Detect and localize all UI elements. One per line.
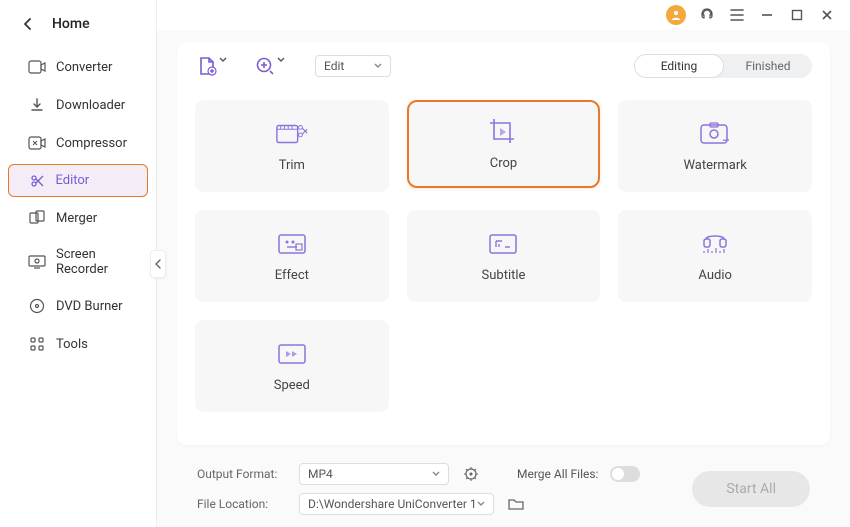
- user-avatar-icon[interactable]: [666, 5, 686, 25]
- screen-recorder-icon: [28, 253, 46, 271]
- menu-icon[interactable]: [728, 6, 746, 24]
- audio-icon: [698, 230, 732, 258]
- settings-icon[interactable]: [461, 464, 481, 484]
- mode-select[interactable]: Edit: [315, 55, 391, 77]
- tile-label: Watermark: [683, 158, 746, 173]
- sidebar-item-label: Downloader: [56, 98, 125, 113]
- effect-icon: [275, 230, 309, 258]
- tools-icon: [28, 335, 46, 353]
- dvd-icon: [28, 297, 46, 315]
- tile-audio[interactable]: Audio: [618, 210, 812, 302]
- file-location-label: File Location:: [197, 497, 287, 511]
- sidebar-item-converter[interactable]: Converter: [8, 50, 148, 84]
- window-minimize-icon[interactable]: [758, 6, 776, 24]
- merge-toggle[interactable]: [610, 466, 640, 482]
- merge-label: Merge All Files:: [517, 467, 598, 481]
- sidebar-item-label: Screen Recorder: [56, 247, 132, 277]
- chevron-down-icon: [277, 57, 285, 63]
- sidebar-item-label: Compressor: [56, 136, 127, 151]
- add-file-icon[interactable]: [195, 54, 219, 78]
- sidebar-collapse-handle[interactable]: [150, 250, 166, 278]
- sidebar-item-label: DVD Burner: [56, 299, 123, 314]
- tiles-grid: Trim Crop Watermark: [195, 100, 812, 412]
- sidebar-item-compressor[interactable]: Compressor: [8, 126, 148, 160]
- bottom-row: Output Format: MP4 Merge All Files:: [197, 463, 810, 515]
- window-maximize-icon[interactable]: [788, 6, 806, 24]
- watermark-icon: [698, 120, 732, 148]
- sidebar-item-dvd-burner[interactable]: DVD Burner: [8, 289, 148, 323]
- sidebar: Home Converter Downloader Compressor Edi…: [0, 0, 157, 527]
- tile-label: Audio: [698, 268, 731, 283]
- sidebar-item-downloader[interactable]: Downloader: [8, 88, 148, 122]
- segment-label: Editing: [661, 59, 698, 73]
- output-format-select[interactable]: MP4: [299, 463, 449, 485]
- editor-panel: Edit Editing Finished Trim: [177, 42, 830, 445]
- segment-label: Finished: [745, 59, 790, 73]
- sidebar-item-label: Tools: [56, 337, 88, 352]
- sidebar-item-tools[interactable]: Tools: [8, 327, 148, 361]
- back-icon[interactable]: [20, 16, 36, 32]
- compressor-icon: [28, 134, 46, 152]
- file-location-value: D:\Wondershare UniConverter 1: [308, 497, 477, 511]
- speed-icon: [275, 340, 309, 368]
- tile-subtitle[interactable]: Subtitle: [407, 210, 601, 302]
- tile-crop[interactable]: Crop: [407, 100, 601, 188]
- workspace: Edit Editing Finished Trim: [157, 30, 850, 527]
- segment-finished[interactable]: Finished: [724, 54, 812, 78]
- start-all-label: Start All: [726, 481, 776, 497]
- window-close-icon[interactable]: [818, 6, 836, 24]
- chevron-down-icon: [219, 57, 227, 63]
- file-location-select[interactable]: D:\Wondershare UniConverter 1: [299, 493, 494, 515]
- sidebar-item-label: Converter: [56, 60, 112, 75]
- crop-icon: [486, 118, 520, 146]
- open-folder-icon[interactable]: [506, 494, 526, 514]
- mode-select-value: Edit: [324, 59, 344, 73]
- panel-toolbar: Edit Editing Finished: [195, 54, 812, 78]
- tile-effect[interactable]: Effect: [195, 210, 389, 302]
- sidebar-item-editor[interactable]: Editor: [8, 164, 148, 197]
- sidebar-item-merger[interactable]: Merger: [8, 201, 148, 235]
- sidebar-item-label: Merger: [56, 211, 97, 226]
- sidebar-item-screen-recorder[interactable]: Screen Recorder: [8, 239, 148, 285]
- support-icon[interactable]: [698, 6, 716, 24]
- sidebar-title: Home: [52, 16, 90, 32]
- output-format-label: Output Format:: [197, 467, 287, 481]
- start-all-button[interactable]: Start All: [692, 471, 810, 507]
- tile-speed[interactable]: Speed: [195, 320, 389, 412]
- sidebar-item-label: Editor: [56, 173, 90, 188]
- editor-icon: [28, 172, 46, 190]
- download-icon: [28, 96, 46, 114]
- tile-trim[interactable]: Trim: [195, 100, 389, 192]
- tile-label: Subtitle: [482, 268, 526, 283]
- tile-label: Trim: [279, 158, 305, 173]
- trim-icon: [275, 120, 309, 148]
- tile-label: Crop: [490, 156, 517, 171]
- output-format-value: MP4: [308, 467, 333, 481]
- bottom-bar: Output Format: MP4 Merge All Files:: [177, 455, 830, 527]
- merger-icon: [28, 209, 46, 227]
- main: Edit Editing Finished Trim: [157, 0, 850, 527]
- subtitle-icon: [486, 230, 520, 258]
- add-url-icon[interactable]: [253, 54, 277, 78]
- tile-label: Speed: [274, 378, 310, 393]
- tile-watermark[interactable]: Watermark: [618, 100, 812, 192]
- titlebar: [157, 0, 850, 30]
- status-segmented: Editing Finished: [634, 54, 812, 78]
- segment-editing[interactable]: Editing: [634, 54, 724, 78]
- tile-label: Effect: [275, 268, 309, 283]
- converter-icon: [28, 58, 46, 76]
- sidebar-header: Home: [0, 8, 156, 48]
